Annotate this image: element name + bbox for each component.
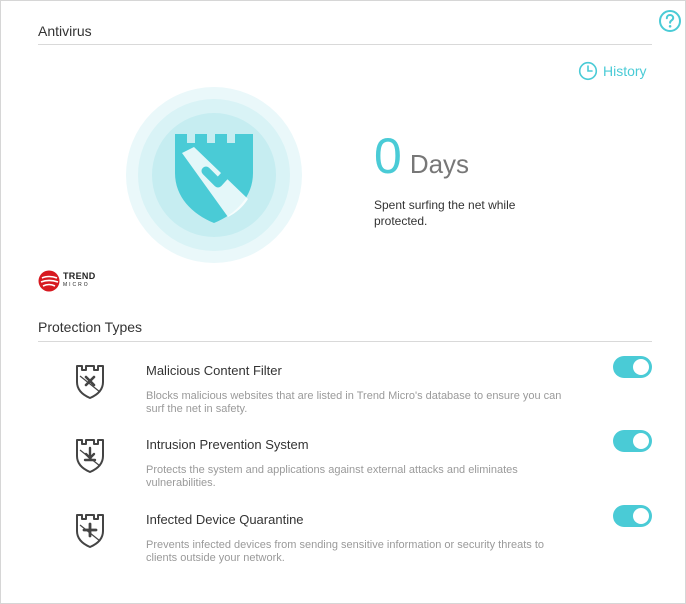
item-name: Malicious Content Filter xyxy=(146,363,282,378)
antivirus-title: Antivirus xyxy=(38,23,92,39)
item-name: Intrusion Prevention System xyxy=(146,437,309,452)
protection-types-title: Protection Types xyxy=(38,319,143,335)
toggle-knob xyxy=(633,508,649,524)
toggle-knob xyxy=(633,359,649,375)
trend-logo-line1: TREND xyxy=(63,271,96,281)
clock-icon xyxy=(578,61,598,81)
days-counter: 0 Days xyxy=(374,130,469,182)
toggle-knob xyxy=(633,433,649,449)
days-unit: Days xyxy=(409,149,470,179)
days-description: Spent surfing the net while protected. xyxy=(374,198,516,228)
shield-arrow-icon xyxy=(73,437,107,473)
trend-micro-logo: TREND MICRO xyxy=(38,270,96,292)
history-link[interactable]: History xyxy=(578,60,647,82)
help-icon[interactable] xyxy=(658,9,682,33)
intrusion-prevention-system-toggle[interactable] xyxy=(613,430,652,452)
trend-logo-line2: MICRO xyxy=(63,282,90,288)
trend-micro-ball-icon xyxy=(38,270,60,292)
history-label: History xyxy=(603,63,647,79)
shield-plus-icon xyxy=(73,512,107,548)
protection-types-divider xyxy=(38,341,652,342)
item-description: Prevents infected devices from sending s… xyxy=(146,539,545,564)
infected-device-quarantine-toggle[interactable] xyxy=(613,505,652,527)
malicious-content-filter-toggle[interactable] xyxy=(613,356,652,378)
item-description: Blocks malicious websites that are liste… xyxy=(146,390,562,415)
shield-x-icon xyxy=(73,363,107,399)
protected-shield-icon xyxy=(126,87,302,263)
item-name: Infected Device Quarantine xyxy=(146,512,304,527)
antivirus-divider xyxy=(38,44,652,45)
days-value: 0 xyxy=(374,128,402,184)
item-description: Protects the system and applications aga… xyxy=(146,464,518,489)
